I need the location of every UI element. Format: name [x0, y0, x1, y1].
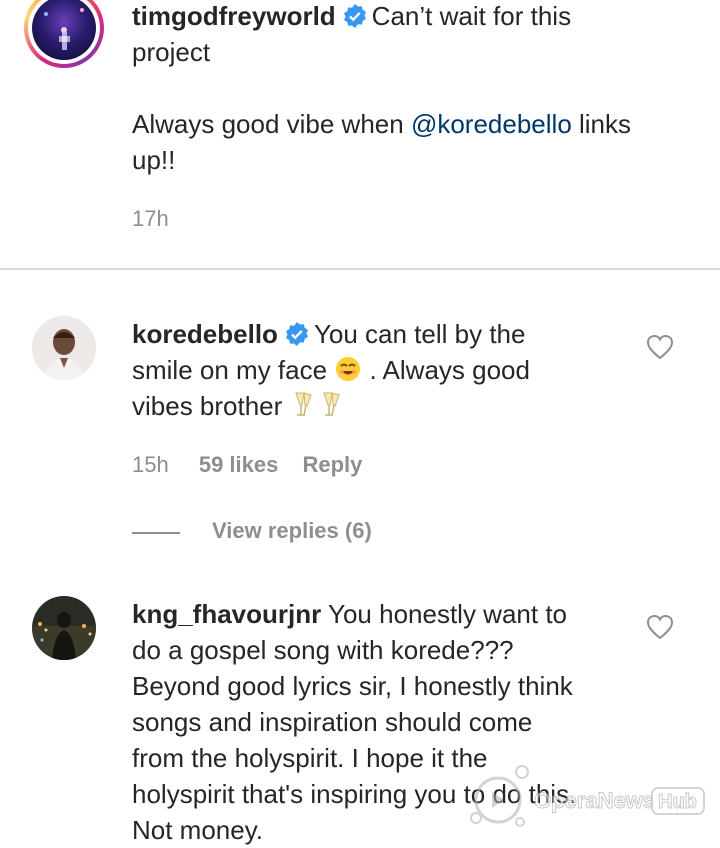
comment-line: Beyond good lyrics sir, I honestly think	[132, 671, 573, 701]
username[interactable]: kng_fhavourjnr	[132, 599, 321, 629]
smiling-face-emoji-icon	[336, 357, 361, 381]
comment-text: koredebello You can tell by the smile on …	[132, 316, 530, 424]
comment-line: songs and inspiration should come	[132, 707, 533, 737]
comment-line: from the holyspirit. I hope it the	[132, 743, 488, 773]
watermark: OperaNews Hub	[462, 760, 710, 832]
timestamp: 17h	[132, 206, 169, 231]
comment-meta: 15h 59 likes Reply	[132, 452, 380, 478]
avatar	[32, 0, 96, 60]
verified-badge-icon	[285, 322, 308, 346]
comment-line: Always good vibe when	[132, 109, 411, 139]
svg-text:Hub: Hub	[658, 791, 697, 813]
comment-line: You honestly want to	[328, 599, 568, 629]
svg-text:OperaNews: OperaNews	[534, 788, 655, 813]
comment-koredebello: koredebello You can tell by the smile on …	[0, 270, 720, 576]
mention-link[interactable]: @koredebello	[411, 109, 572, 139]
comment-line: vibes brother	[132, 391, 283, 421]
profile-photo-icon	[32, 316, 96, 380]
reply-button[interactable]: Reply	[302, 452, 362, 477]
like-heart-icon[interactable]	[646, 334, 674, 360]
comment-line: links	[571, 109, 632, 139]
comment-line: You can tell by the	[313, 319, 526, 349]
like-heart-icon[interactable]	[646, 614, 674, 640]
username[interactable]: koredebello	[132, 319, 278, 349]
clinking-glasses-icon	[294, 392, 340, 416]
comment-line: . Always good	[369, 355, 530, 385]
view-replies-button[interactable]: View replies (6)	[212, 518, 372, 544]
comment-line: smile on my face	[132, 355, 328, 385]
username[interactable]: timgodfreyworld	[132, 1, 336, 31]
likes-count[interactable]: 59 likes	[199, 452, 279, 477]
comment-line: up!!	[132, 145, 176, 175]
replies-divider-line	[132, 532, 180, 534]
comment-line: Not money.	[132, 815, 264, 845]
timestamp: 15h	[132, 452, 169, 477]
comment-text: timgodfreyworld Can’t wait for this proje…	[132, 0, 631, 178]
comment-timgodfreyworld: timgodfreyworld Can’t wait for this proje…	[0, 0, 720, 268]
comment-line: project	[132, 37, 211, 67]
verified-badge-icon	[343, 4, 366, 28]
comment-meta: 17h	[132, 206, 187, 232]
avatar[interactable]	[32, 596, 96, 660]
comment-line: do a gospel song with korede???	[132, 635, 514, 665]
profile-photo-icon	[32, 596, 96, 660]
avatar[interactable]	[32, 316, 96, 380]
comment-line: Can’t wait for this	[371, 1, 572, 31]
avatar-story-ring[interactable]	[24, 0, 104, 68]
operanews-logo-icon: OperaNews Hub	[470, 765, 705, 827]
